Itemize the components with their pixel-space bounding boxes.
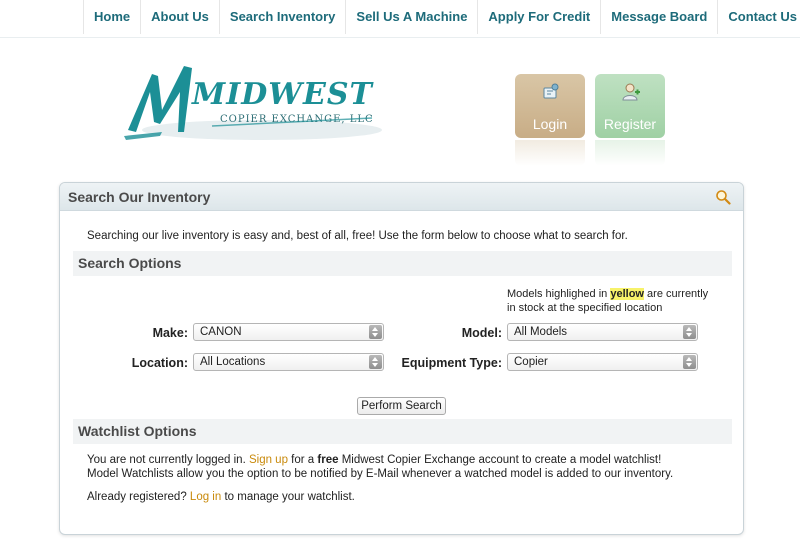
login-reflection [515, 140, 585, 166]
select-arrows-icon [683, 325, 696, 339]
note-line2: in stock at the specified location [507, 302, 663, 314]
company-logo[interactable]: MIDWEST COPIER EXCHANGE, LLC [122, 52, 392, 152]
search-options-title: Search Options [78, 255, 182, 271]
watchlist-line-3: Already registered? Log in to manage you… [87, 491, 355, 503]
nav-search-inventory[interactable]: Search Inventory [220, 0, 347, 34]
log-in-link[interactable]: Log in [190, 491, 221, 503]
location-value: All Locations [200, 356, 266, 368]
register-reflection [595, 140, 665, 166]
stock-note: Models highlighed in yellow are currentl… [507, 287, 727, 315]
wl-line1-c: Midwest Copier Exchange account to creat… [338, 454, 662, 466]
search-icon [716, 190, 731, 205]
register-label: Register [603, 116, 657, 132]
wl-line3-b: to manage your watchlist. [221, 491, 355, 503]
intro-text: Searching our live inventory is easy and… [87, 230, 628, 242]
sign-up-link[interactable]: Sign up [249, 454, 288, 466]
equipment-type-select[interactable]: Copier [507, 353, 698, 371]
nav-contact-us[interactable]: Contact Us [718, 0, 800, 34]
logo-main-text: MIDWEST [191, 77, 374, 112]
wl-line1-a: You are not currently logged in. [87, 454, 249, 466]
wl-line3-a: Already registered? [87, 491, 190, 503]
register-button[interactable]: Register [595, 74, 665, 166]
logo-graphic: MIDWEST COPIER EXCHANGE, LLC [124, 66, 382, 140]
nav-home[interactable]: Home [84, 0, 142, 34]
watchlist-line-1: You are not currently logged in. Sign up… [87, 454, 661, 466]
panel-header: Search Our Inventory [60, 183, 743, 211]
login-button[interactable]: Login [515, 74, 585, 166]
model-label: Model: [461, 326, 502, 340]
wl-free-text: free [317, 454, 339, 466]
select-arrows-icon [683, 355, 696, 369]
watchlist-line-2: Model Watchlists allow you the option to… [87, 468, 674, 480]
wl-line1-b: for a [287, 454, 318, 466]
search-options-header: Search Options [73, 251, 732, 276]
make-select[interactable]: CANON [193, 323, 384, 341]
select-arrows-icon [369, 355, 382, 369]
location-select[interactable]: All Locations [193, 353, 384, 371]
note-prefix: Models highlighed in [507, 288, 611, 300]
perform-search-button[interactable]: Perform Search [357, 397, 446, 415]
login-label: Login [532, 116, 568, 132]
note-highlight: yellow [610, 288, 644, 300]
top-navigation: Home About Us Search Inventory Sell Us A… [83, 0, 800, 34]
watchlist-options-title: Watchlist Options [78, 423, 197, 439]
equipment-type-label: Equipment Type: [401, 356, 502, 370]
select-arrows-icon [369, 325, 382, 339]
nav-apply-for-credit[interactable]: Apply For Credit [478, 0, 602, 34]
nav-sell-us-a-machine[interactable]: Sell Us A Machine [346, 0, 479, 34]
make-value: CANON [200, 326, 242, 338]
nav-divider [0, 37, 800, 38]
panel-title: Search Our Inventory [68, 189, 211, 205]
model-value: All Models [514, 326, 568, 338]
make-label: Make: [152, 326, 188, 340]
note-suffix: are currently [643, 288, 709, 300]
search-inventory-panel: Search Our Inventory Searching our live … [59, 182, 744, 535]
location-label: Location: [131, 356, 188, 370]
nav-about-us[interactable]: About Us [141, 0, 220, 34]
add-user-icon [622, 83, 640, 101]
nav-message-board[interactable]: Message Board [601, 0, 719, 34]
model-select[interactable]: All Models [507, 323, 698, 341]
equipment-type-value: Copier [514, 356, 548, 368]
watchlist-options-header: Watchlist Options [73, 419, 732, 444]
login-key-icon [543, 83, 559, 99]
